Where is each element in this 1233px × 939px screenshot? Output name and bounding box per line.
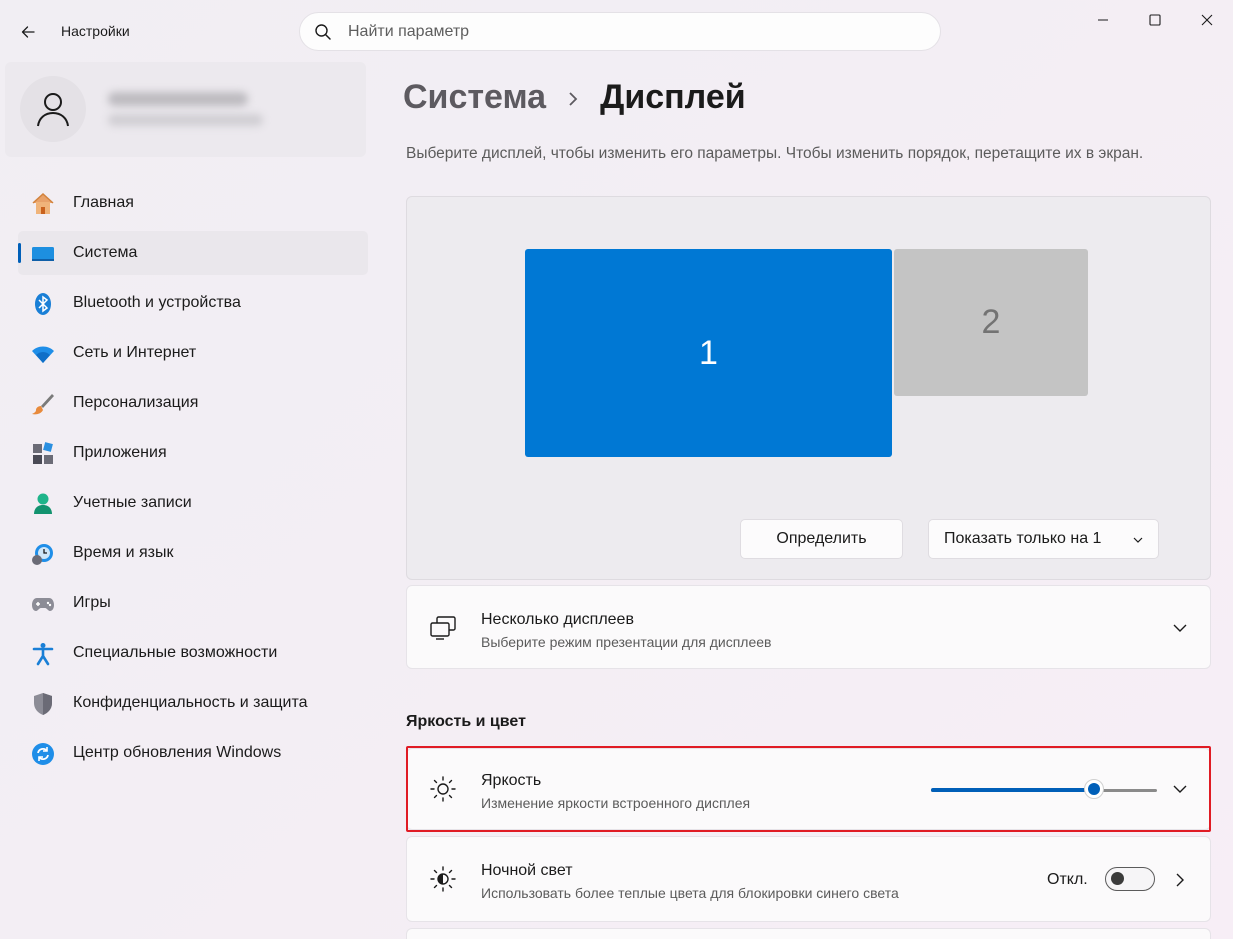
app-title: Настройки <box>61 23 130 39</box>
account-icon <box>34 493 52 514</box>
sidebar-item-label: Сеть и Интернет <box>73 344 197 361</box>
night-light-toggle[interactable] <box>1105 867 1155 891</box>
shield-icon <box>34 693 52 715</box>
sidebar-item-bluetooth[interactable]: Bluetooth и устройства <box>18 281 368 325</box>
breadcrumb-separator-icon <box>566 78 580 117</box>
sidebar-item-privacy[interactable]: Конфиденциальность и защита <box>18 681 368 725</box>
back-button[interactable] <box>12 16 44 48</box>
search-icon <box>315 24 331 40</box>
night-light-card[interactable]: Ночной свет Использовать более теплые цв… <box>406 836 1211 922</box>
sidebar-item-label: Система <box>73 244 138 261</box>
bluetooth-icon <box>35 293 51 315</box>
breadcrumb: Система Дисплей <box>403 72 746 122</box>
sidebar-item-personalization[interactable]: Персонализация <box>18 381 368 425</box>
minimize-button[interactable] <box>1077 0 1129 40</box>
brightness-slider-thumb[interactable] <box>1084 779 1104 799</box>
brightness-subtitle: Изменение яркости встроенного дисплея <box>481 795 751 811</box>
brightness-slider-fill <box>931 788 1094 792</box>
chevron-right-icon[interactable] <box>1172 872 1188 888</box>
close-button[interactable] <box>1181 0 1233 40</box>
search-box[interactable] <box>299 12 941 51</box>
sidebar-item-system[interactable]: Система <box>18 231 368 275</box>
brightness-color-section-title: Яркость и цвет <box>406 713 526 730</box>
sidebar-item-label: Специальные возможности <box>73 644 278 661</box>
back-arrow-icon <box>21 26 35 38</box>
time-language-icon <box>32 544 53 565</box>
sidebar-item-accessibility[interactable]: Специальные возможности <box>18 631 368 675</box>
sidebar-item-label: Персонализация <box>73 394 199 411</box>
chevron-down-icon[interactable] <box>1172 781 1188 797</box>
breadcrumb-parent-link[interactable]: Система <box>403 78 546 117</box>
night-light-icon <box>430 866 456 892</box>
minimize-icon <box>1098 19 1108 21</box>
sidebar-item-accounts[interactable]: Учетные записи <box>18 481 368 525</box>
sidebar-item-apps[interactable]: Приложения <box>18 431 368 475</box>
apps-icon <box>33 442 53 464</box>
maximize-icon <box>1149 14 1161 26</box>
display-arrangement-description: Выберите дисплей, чтобы изменить его пар… <box>406 145 1144 162</box>
sidebar-nav: Главная Система Bluetooth и устройства С… <box>18 181 368 781</box>
sidebar-item-gaming[interactable]: Игры <box>18 581 368 625</box>
display-1-tile[interactable]: 1 <box>525 249 892 457</box>
next-setting-card[interactable] <box>406 928 1211 939</box>
gamepad-icon <box>32 598 54 611</box>
multiple-displays-subtitle: Выберите режим презентации для дисплеев <box>481 634 772 650</box>
sidebar-item-label: Центр обновления Windows <box>73 744 282 761</box>
sidebar-item-network[interactable]: Сеть и Интернет <box>18 331 368 375</box>
maximize-button[interactable] <box>1129 0 1181 40</box>
display-arrangement-panel: 1 2 Определить Показать только на 1 <box>406 196 1211 580</box>
multiple-displays-icon <box>430 616 456 640</box>
avatar <box>20 76 86 142</box>
title-bar: Настройки <box>0 0 1233 62</box>
user-profile-card[interactable] <box>5 62 366 157</box>
night-light-subtitle: Использовать более теплые цвета для блок… <box>481 885 899 901</box>
night-light-state-label: Откл. <box>1047 871 1088 888</box>
brightness-card[interactable]: Яркость Изменение яркости встроенного ди… <box>406 748 1211 830</box>
show-only-dropdown[interactable]: Показать только на 1 <box>928 519 1159 559</box>
chevron-down-icon[interactable] <box>1172 620 1188 636</box>
close-icon <box>1201 14 1213 26</box>
sidebar-item-label: Главная <box>73 194 134 211</box>
show-only-dropdown-value: Показать только на 1 <box>944 530 1102 547</box>
sidebar-item-time-language[interactable]: Время и язык <box>18 531 368 575</box>
blurred-user-email <box>108 114 263 126</box>
accessibility-icon <box>32 643 54 666</box>
sidebar-item-label: Игры <box>73 594 111 611</box>
brightness-slider[interactable] <box>931 779 1157 799</box>
brightness-sun-icon <box>430 776 456 802</box>
sidebar-item-label: Bluetooth и устройства <box>73 294 241 311</box>
update-icon <box>32 743 54 765</box>
page-title: Дисплей <box>600 77 746 116</box>
home-icon <box>32 192 54 214</box>
chevron-down-icon <box>1133 537 1143 543</box>
display-2-tile[interactable]: 2 <box>894 249 1088 396</box>
wifi-icon <box>32 346 54 363</box>
blurred-user-name <box>108 92 248 106</box>
user-icon <box>37 93 69 127</box>
night-light-title: Ночной свет <box>481 862 573 879</box>
brush-icon <box>32 394 54 415</box>
sidebar-item-home[interactable]: Главная <box>18 181 368 225</box>
sidebar-item-label: Учетные записи <box>73 494 192 511</box>
sidebar-item-label: Время и язык <box>73 544 174 561</box>
multiple-displays-card[interactable]: Несколько дисплеев Выберите режим презен… <box>406 585 1211 669</box>
search-input[interactable] <box>348 21 908 43</box>
identify-button[interactable]: Определить <box>740 519 903 559</box>
sidebar-item-label: Приложения <box>73 444 167 461</box>
brightness-title: Яркость <box>481 772 542 789</box>
system-icon <box>32 247 54 261</box>
multiple-displays-title: Несколько дисплеев <box>481 611 634 628</box>
sidebar-item-windows-update[interactable]: Центр обновления Windows <box>18 731 368 775</box>
sidebar-item-label: Конфиденциальность и защита <box>73 694 308 711</box>
